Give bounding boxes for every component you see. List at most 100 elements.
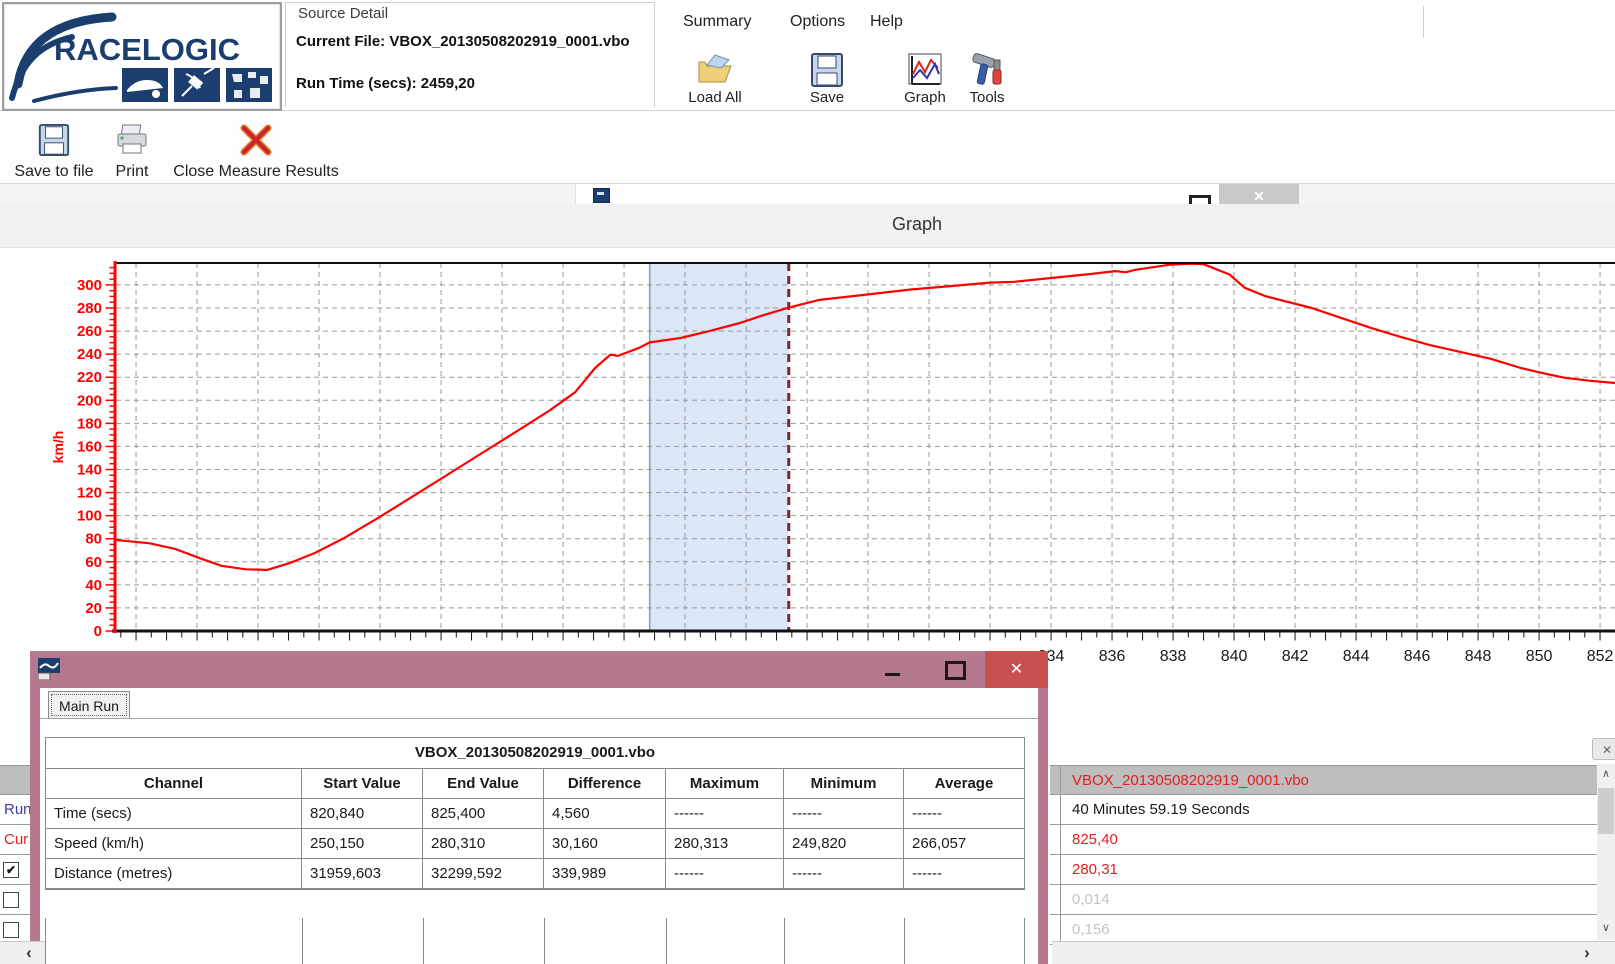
x-tick-label: 838 bbox=[1160, 648, 1187, 665]
results-row: 825,40 bbox=[1050, 825, 1597, 855]
row-stub bbox=[1050, 766, 1061, 794]
y-axis-label: km/h bbox=[50, 431, 66, 464]
results-value: 40 Minutes 59.19 Seconds bbox=[1072, 801, 1250, 818]
speed-trace bbox=[115, 264, 1615, 570]
channel-checkbox[interactable] bbox=[3, 892, 19, 908]
measure-table-empty-grid bbox=[45, 918, 1025, 964]
column-header-channel[interactable]: Channel bbox=[46, 769, 302, 799]
horizontal-scrollbar-left[interactable]: ‹ bbox=[0, 941, 45, 964]
current-file-line: Current File: VBOX_20130508202919_0001.v… bbox=[296, 33, 630, 50]
y-tick-label: 180 bbox=[77, 415, 102, 432]
scroll-down-icon[interactable]: ∨ bbox=[1597, 918, 1615, 938]
close-measure-results-label: Close Measure Results bbox=[165, 163, 347, 181]
column-header-minimum[interactable]: Minimum bbox=[784, 769, 904, 799]
x-tick-label: 836 bbox=[1099, 648, 1126, 665]
value-cell: 31959,603 bbox=[302, 859, 423, 889]
run-time-label: Run Time (secs): bbox=[296, 75, 421, 92]
maximize-icon[interactable] bbox=[945, 661, 966, 680]
column-header-end-value[interactable]: End Value bbox=[423, 769, 544, 799]
value-cell: 4,560 bbox=[544, 799, 666, 829]
menu-bar: Summary Options Help bbox=[655, 0, 1615, 45]
satellite-icon bbox=[174, 68, 220, 102]
horizontal-scrollbar-right[interactable]: › bbox=[1052, 941, 1615, 964]
y-tick-label: 100 bbox=[77, 508, 102, 525]
channel-checkbox-checked[interactable]: ✔ bbox=[3, 862, 19, 878]
close-icon[interactable]: ✕ bbox=[985, 651, 1048, 688]
row-stub bbox=[1050, 795, 1061, 824]
print-button[interactable]: Print bbox=[104, 119, 160, 181]
scrollbar-thumb[interactable] bbox=[1598, 788, 1614, 834]
channel-cell: Time (secs) bbox=[46, 799, 302, 829]
y-tick-label: 80 bbox=[85, 531, 102, 548]
x-tick-label: 840 bbox=[1221, 648, 1248, 665]
measure-table-title: VBOX_20130508202919_0001.vbo bbox=[46, 738, 1024, 769]
background-window-titlebar: ✕ bbox=[575, 184, 1241, 204]
y-tick-label: 240 bbox=[77, 346, 102, 363]
y-tick-label: 200 bbox=[77, 392, 102, 409]
y-tick-label: 160 bbox=[77, 438, 102, 455]
value-cell: 266,057 bbox=[904, 829, 1024, 859]
tools-button[interactable]: Tools bbox=[945, 46, 1029, 108]
scroll-left-icon[interactable]: ‹ bbox=[18, 942, 40, 964]
column-divider bbox=[423, 918, 424, 964]
tab-main-run[interactable]: Main Run bbox=[48, 691, 130, 719]
menu-help[interactable]: Help bbox=[860, 0, 913, 44]
minimize-icon[interactable] bbox=[885, 673, 900, 676]
save-button[interactable]: Save bbox=[785, 46, 869, 108]
value-cell: 339,989 bbox=[544, 859, 666, 889]
y-tick-label: 20 bbox=[85, 600, 102, 617]
vertical-scrollbar[interactable]: ∧ ∨ bbox=[1597, 764, 1615, 940]
tools-icon bbox=[967, 52, 1007, 88]
value-cell: 250,150 bbox=[302, 829, 423, 859]
left-label: Cur bbox=[4, 831, 28, 848]
measure-table-row: Speed (km/h)250,150280,31030,160280,3132… bbox=[46, 829, 1024, 859]
value-cell: ------ bbox=[784, 859, 904, 889]
column-header-difference[interactable]: Difference bbox=[544, 769, 666, 799]
value-cell: ------ bbox=[666, 859, 784, 889]
source-detail-legend: Source Detail bbox=[294, 5, 392, 22]
close-measure-results-button[interactable]: Close Measure Results bbox=[165, 119, 347, 181]
circuit-icon bbox=[226, 68, 272, 102]
selection-region[interactable] bbox=[650, 263, 789, 631]
measure-table-row: Distance (metres)31959,60332299,592339,9… bbox=[46, 859, 1024, 889]
column-header-average[interactable]: Average bbox=[904, 769, 1024, 799]
tab-divider bbox=[40, 718, 1038, 719]
load-all-button[interactable]: Load All bbox=[673, 46, 757, 108]
column-header-maximum[interactable]: Maximum bbox=[666, 769, 784, 799]
x-tick-label: 844 bbox=[1343, 648, 1370, 665]
current-file-value: VBOX_20130508202919_0001.vbo bbox=[389, 33, 629, 50]
scroll-up-icon[interactable]: ∧ bbox=[1597, 764, 1615, 784]
menu-options[interactable]: Options bbox=[780, 0, 855, 44]
graph-window-header: Graph bbox=[0, 204, 1615, 248]
save-to-file-button[interactable]: Save to file bbox=[8, 119, 100, 181]
background-window-strip: ✕ bbox=[0, 184, 1615, 205]
racelogic-logo: RACELOGIC bbox=[2, 2, 282, 111]
red-x-icon bbox=[238, 123, 274, 157]
channel-checkbox[interactable] bbox=[3, 922, 19, 938]
row-stub bbox=[1050, 885, 1061, 914]
row-stub bbox=[1050, 915, 1061, 944]
x-tick-label: 850 bbox=[1526, 648, 1553, 665]
run-time-line: Run Time (secs): 2459,20 bbox=[296, 75, 475, 92]
left-label: Run bbox=[4, 801, 30, 818]
value-cell: ------ bbox=[904, 859, 1024, 889]
results-row: 40 Minutes 59.19 Seconds bbox=[1050, 795, 1597, 825]
column-divider bbox=[544, 918, 545, 964]
window-icon bbox=[593, 188, 610, 203]
column-header-start-value[interactable]: Start Value bbox=[302, 769, 423, 799]
menu-summary[interactable]: Summary bbox=[673, 0, 761, 44]
column-divider bbox=[666, 918, 667, 964]
measure-table: VBOX_20130508202919_0001.vboChannelStart… bbox=[45, 737, 1025, 890]
current-file-label: Current File: bbox=[296, 33, 389, 50]
results-value: 0,014 bbox=[1072, 891, 1110, 908]
panel-close-button[interactable]: ✕ bbox=[1592, 738, 1615, 760]
value-cell: 825,400 bbox=[423, 799, 544, 829]
graph-window-title: Graph bbox=[892, 214, 942, 235]
y-tick-label: 300 bbox=[77, 277, 102, 294]
close-icon[interactable]: ✕ bbox=[1219, 184, 1299, 204]
value-cell: 820,840 bbox=[302, 799, 423, 829]
results-panel-file-column: VBOX_20130508202919_0001.vbo40 Minutes 5… bbox=[1050, 765, 1597, 945]
value-cell: ------ bbox=[666, 799, 784, 829]
y-tick-label: 120 bbox=[77, 485, 102, 502]
scroll-right-icon[interactable]: › bbox=[1576, 942, 1598, 964]
